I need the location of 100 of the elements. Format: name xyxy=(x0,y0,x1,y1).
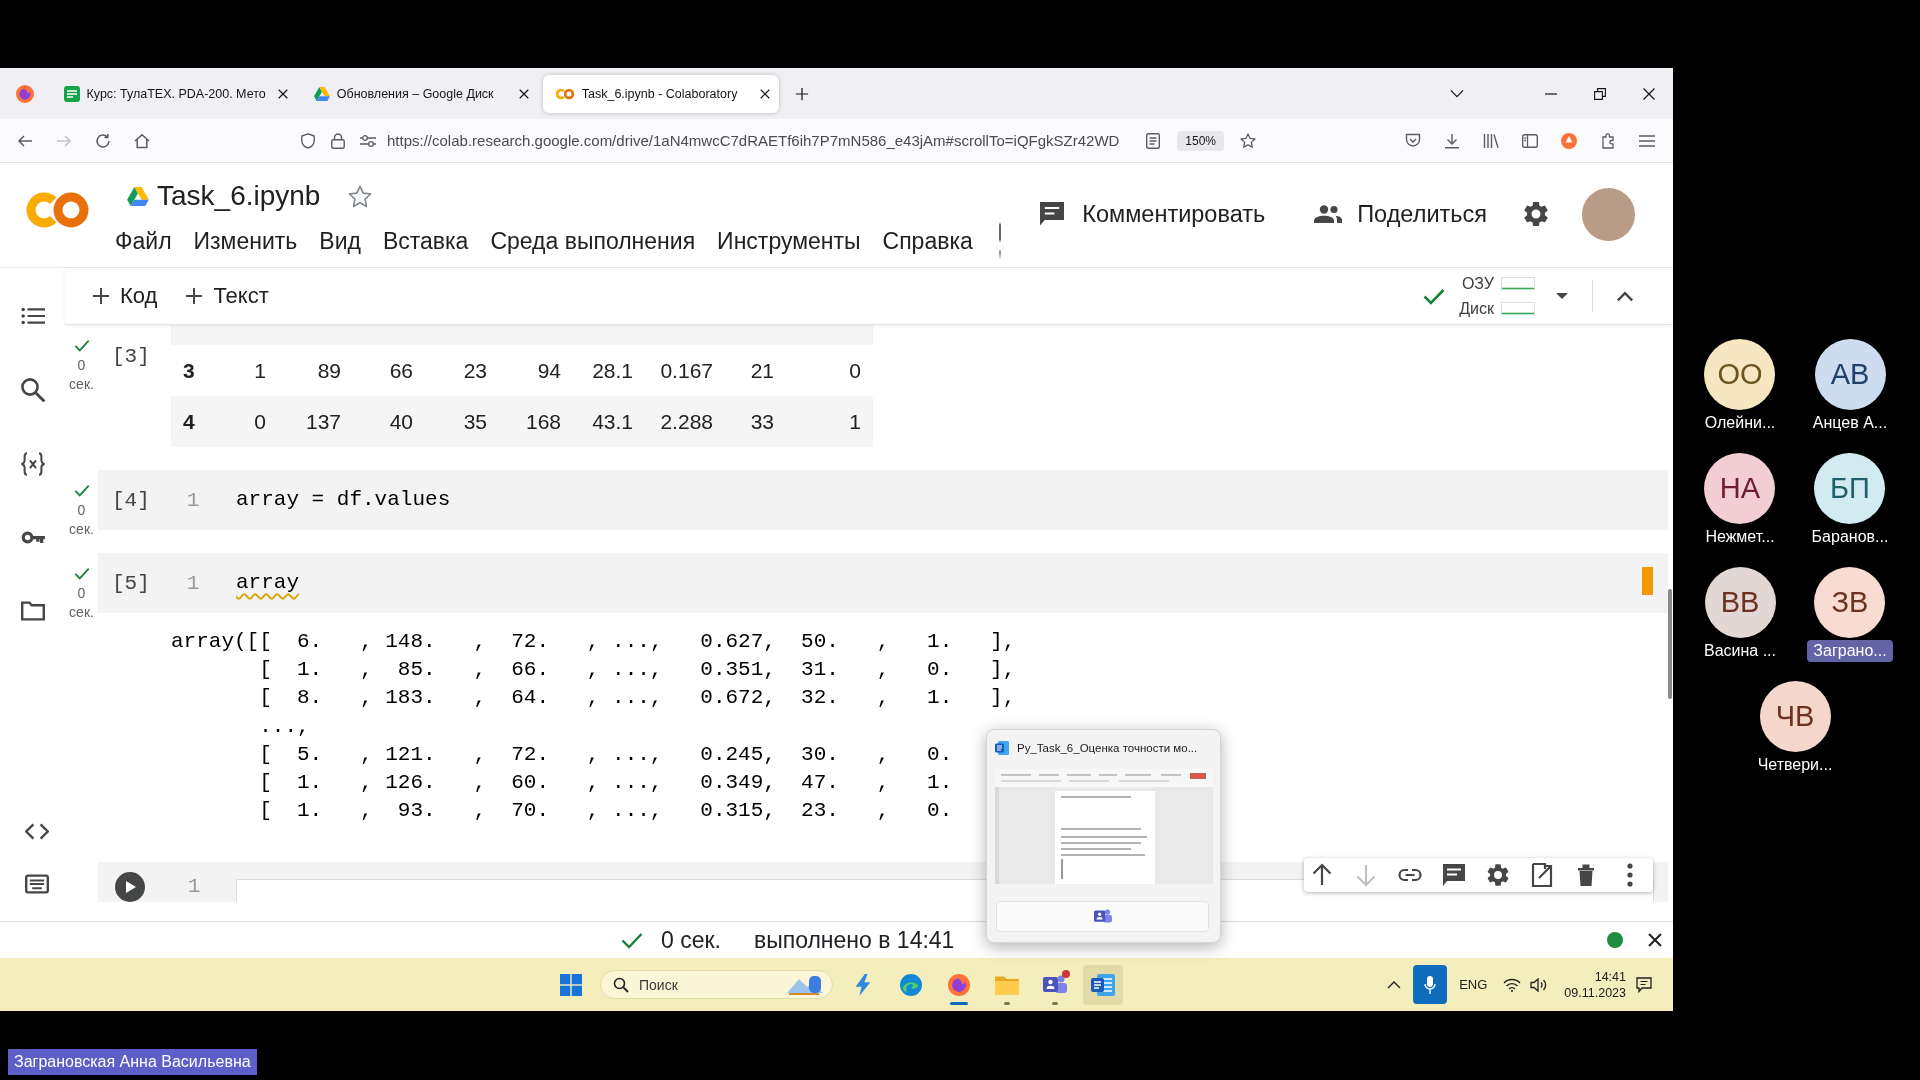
menu-item[interactable]: Вставка xyxy=(382,227,469,255)
microphone-icon xyxy=(1424,975,1437,994)
table-cell-text: 40 xyxy=(388,409,414,434)
library-icon[interactable] xyxy=(1483,132,1499,149)
table-cell-text: 28.1 xyxy=(591,358,634,383)
browser-tab[interactable]: Курс: ТулаТЕХ. PDA-200. Мето xyxy=(51,74,297,113)
wifi-icon[interactable] xyxy=(1503,977,1522,992)
code-cell[interactable]: [4] 1 array = df.values xyxy=(98,470,1668,530)
fox-browser-icon[interactable] xyxy=(15,84,34,103)
star-icon[interactable] xyxy=(1240,132,1256,149)
rings-logo-icon[interactable] xyxy=(24,190,91,230)
menu-item[interactable]: Файл xyxy=(115,227,172,255)
input-language-button[interactable]: ENG xyxy=(1459,977,1488,992)
plus-icon[interactable] xyxy=(795,86,810,101)
account-icon[interactable] xyxy=(1561,132,1577,149)
code-brackets-icon[interactable] xyxy=(24,823,49,840)
drive-triangle-icon xyxy=(313,85,330,102)
participant-name: Олейни... xyxy=(1703,413,1777,433)
menu-item[interactable]: Справка xyxy=(882,227,973,255)
shield-icon[interactable] xyxy=(300,132,316,149)
table-cell-text: 89 xyxy=(316,358,342,383)
menu-item[interactable]: Среда выполнения xyxy=(490,227,696,255)
run-button[interactable] xyxy=(115,872,145,903)
reload-icon[interactable] xyxy=(95,132,111,149)
window-preview-popup[interactable]: Py_Task_6_Оценка точности мо... xyxy=(986,729,1221,943)
sliders-icon[interactable] xyxy=(360,132,376,149)
participant-name: Васина ... xyxy=(1703,641,1777,661)
start-tiles-icon[interactable] xyxy=(560,973,582,996)
add-text-button[interactable]: Текст xyxy=(178,277,277,315)
participant-avatar[interactable]: ВВ xyxy=(1704,567,1776,638)
participant-name: Нежмет... xyxy=(1704,527,1776,547)
arrow-up-icon[interactable] xyxy=(1310,863,1334,887)
mirror-cell-icon[interactable] xyxy=(1530,863,1554,887)
menu-item[interactable]: Вид xyxy=(319,227,361,255)
menu-icon[interactable] xyxy=(1639,132,1655,149)
microphone-button[interactable] xyxy=(1413,965,1448,1004)
table-cell-text: 0 xyxy=(253,409,267,434)
menu-item[interactable]: Изменить xyxy=(193,227,298,255)
close-icon[interactable] xyxy=(1648,933,1662,947)
taskbar-button[interactable] xyxy=(1083,964,1123,1005)
clock-date[interactable]: 09.11.2023 xyxy=(1564,984,1626,1001)
rings-logo-icon xyxy=(554,87,575,100)
settings-icon[interactable] xyxy=(1524,202,1548,226)
download-icon[interactable] xyxy=(1444,132,1460,149)
sidebar-icon[interactable] xyxy=(1522,132,1538,149)
participant-avatar[interactable]: ЗВ xyxy=(1814,567,1886,638)
comment-icon[interactable] xyxy=(1442,863,1466,887)
lock-icon[interactable] xyxy=(330,132,346,149)
participant-avatar[interactable]: ОО xyxy=(1704,339,1776,410)
share-button[interactable]: Поделиться xyxy=(1306,190,1495,238)
participant-avatar[interactable]: АВ xyxy=(1814,339,1886,410)
terminal-box-icon[interactable] xyxy=(24,872,49,896)
participant-avatar[interactable]: НА xyxy=(1704,453,1776,524)
chevron-up-icon[interactable] xyxy=(1387,980,1402,989)
code-cell[interactable]: [5] 1 array xyxy=(98,553,1668,613)
scrollbar-thumb[interactable] xyxy=(1668,589,1672,699)
minimize-icon[interactable] xyxy=(1544,92,1557,95)
zoom-level-button[interactable]: 150% xyxy=(1177,130,1224,151)
variables-icon[interactable] xyxy=(20,452,45,476)
browser-tab[interactable]: Обновления – Google Диск xyxy=(301,74,538,113)
key-icon[interactable] xyxy=(20,531,45,544)
code-line[interactable]: array xyxy=(236,568,299,598)
clock-time[interactable]: 14:41 xyxy=(1594,968,1626,985)
restore-icon[interactable] xyxy=(1593,87,1606,100)
participant-avatar[interactable]: ЧВ xyxy=(1759,681,1831,752)
menu-item[interactable]: Инструменты xyxy=(717,227,861,255)
code-line[interactable]: array = df.values xyxy=(236,485,451,515)
close-icon[interactable] xyxy=(517,87,530,100)
close-icon[interactable] xyxy=(1642,87,1655,100)
usage-meter-icon xyxy=(1501,276,1535,291)
close-icon[interactable] xyxy=(276,87,289,100)
line-number: 1 xyxy=(185,488,201,512)
close-icon[interactable] xyxy=(758,87,771,100)
dropdown-caret-icon[interactable] xyxy=(1556,293,1568,299)
participant-avatar[interactable]: БП xyxy=(1814,453,1886,524)
chevron-down-icon[interactable] xyxy=(1450,89,1464,98)
notification-icon[interactable] xyxy=(1636,976,1652,993)
user-avatar[interactable] xyxy=(1582,187,1635,241)
chevron-up-icon[interactable] xyxy=(1616,290,1634,302)
reader-view-icon[interactable] xyxy=(1145,132,1162,149)
puzzle-icon[interactable] xyxy=(1600,132,1616,149)
search-field[interactable]: Поиск xyxy=(600,970,833,999)
fox-browser-icon xyxy=(947,973,971,996)
folder-icon[interactable] xyxy=(20,599,45,623)
speaker-icon[interactable] xyxy=(1530,977,1549,992)
url-text[interactable]: https://colab.research.google.com/drive/1aN4mwcC7dRAETf6ih7P7mN586_e43jAm#scrollTo=iQFgkSZr42WD xyxy=(387,132,1146,149)
table-cell-text: 1 xyxy=(253,358,267,383)
home-icon[interactable] xyxy=(134,132,150,149)
document-app-icon xyxy=(1091,973,1115,996)
settings-icon[interactable] xyxy=(1486,863,1510,887)
add-code-button[interactable]: Код xyxy=(85,277,166,315)
execution-time: 0 xyxy=(77,501,86,520)
search-icon[interactable] xyxy=(20,378,45,402)
notebook-title[interactable]: Task_6.ipynb xyxy=(157,180,321,212)
chat-app-icon[interactable] xyxy=(1093,908,1112,925)
back-arrow-icon[interactable] xyxy=(17,132,33,149)
pocket-icon[interactable] xyxy=(1405,132,1421,149)
browser-tab[interactable]: Task_6.ipynb - Colaboratory xyxy=(542,74,779,113)
star-icon[interactable] xyxy=(348,184,373,208)
comment-button[interactable]: Комментировать xyxy=(1032,190,1274,238)
